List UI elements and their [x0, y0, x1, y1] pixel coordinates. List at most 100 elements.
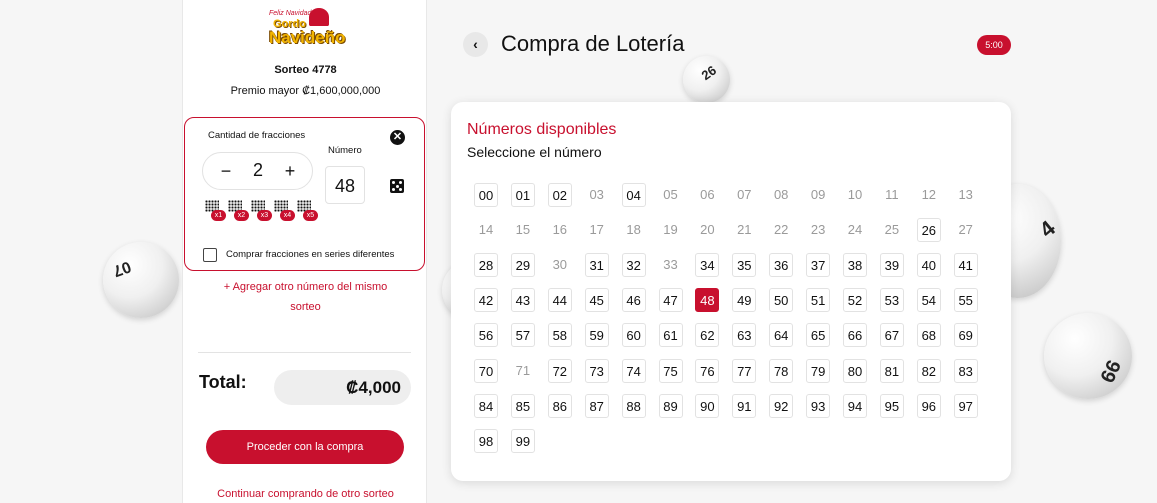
multiplier-x1[interactable]: x1	[205, 200, 226, 222]
dice-random-icon[interactable]	[390, 179, 404, 193]
number-cell[interactable]: 55	[953, 288, 978, 313]
number-cell[interactable]: 04	[621, 183, 646, 207]
number-cell[interactable]: 75	[658, 358, 683, 383]
fraction-quantity-value: 2	[252, 160, 263, 180]
number-cell[interactable]: 81	[879, 358, 904, 383]
number-cell[interactable]: 57	[510, 323, 535, 348]
number-cell[interactable]: 38	[843, 253, 867, 278]
total-amount: ₡4,000	[274, 370, 411, 405]
add-link-line2: sorteo	[290, 301, 321, 313]
number-cell[interactable]: 89	[658, 393, 683, 418]
number-cell[interactable]: 61	[658, 323, 683, 348]
number-cell[interactable]: 76	[695, 358, 720, 383]
number-cell[interactable]: 47	[658, 288, 683, 313]
number-cell[interactable]: 29	[510, 253, 535, 278]
number-cell[interactable]: 65	[806, 323, 831, 348]
multiplier-x3[interactable]: x3	[251, 200, 272, 222]
available-numbers-card: Números disponibles Seleccione el número…	[451, 102, 1011, 481]
number-cell[interactable]: 52	[843, 288, 867, 313]
proceed-purchase-button[interactable]: Proceder con la compra	[206, 430, 404, 464]
number-cell[interactable]: 32	[621, 253, 646, 278]
number-cell[interactable]: 35	[732, 253, 757, 278]
number-cell[interactable]: 54	[916, 288, 941, 313]
number-cell[interactable]: 73	[584, 358, 609, 383]
number-cell-selected[interactable]: 48	[695, 288, 720, 313]
number-cell[interactable]: 58	[547, 323, 572, 348]
number-cell[interactable]: 01	[510, 183, 535, 207]
number-cell[interactable]: 00	[474, 183, 498, 207]
lottery-ball-decoration: 07	[103, 242, 179, 318]
number-cell[interactable]: 43	[510, 288, 535, 313]
number-cell[interactable]: 59	[584, 323, 609, 348]
close-icon[interactable]: ✕	[390, 130, 405, 145]
number-cell[interactable]: 92	[769, 393, 794, 418]
number-cell[interactable]: 39	[879, 253, 904, 278]
multiplier-x2[interactable]: x2	[228, 200, 249, 222]
number-cell[interactable]: 63	[732, 323, 757, 348]
number-cell[interactable]: 50	[769, 288, 794, 313]
number-cell[interactable]: 26	[916, 218, 941, 243]
number-cell[interactable]: 53	[879, 288, 904, 313]
number-cell[interactable]: 97	[953, 393, 978, 418]
number-cell[interactable]: 67	[879, 323, 904, 348]
increment-button[interactable]: +	[281, 162, 299, 180]
add-another-number-link[interactable]: + Agregar otro número del mismo sorteo	[213, 277, 398, 317]
different-series-checkbox[interactable]	[203, 248, 217, 262]
continue-other-draw-link[interactable]: Continuar comprando de otro sorteo	[183, 488, 428, 500]
number-cell[interactable]: 94	[843, 393, 867, 418]
back-chevron-icon[interactable]: ‹	[463, 32, 488, 57]
number-cell[interactable]: 86	[547, 393, 572, 418]
number-cell[interactable]: 83	[953, 358, 978, 383]
number-cell[interactable]: 78	[769, 358, 794, 383]
number-cell[interactable]: 99	[510, 428, 535, 453]
number-cell[interactable]: 93	[806, 393, 831, 418]
number-cell[interactable]: 49	[732, 288, 757, 313]
number-cell[interactable]: 37	[806, 253, 831, 278]
number-cell[interactable]: 31	[584, 253, 609, 278]
number-cell[interactable]: 72	[547, 358, 572, 383]
multiplier-x4[interactable]: x4	[274, 200, 295, 222]
number-cell[interactable]: 96	[916, 393, 941, 418]
number-cell[interactable]: 45	[584, 288, 609, 313]
number-cell[interactable]: 02	[547, 183, 572, 207]
number-cell[interactable]: 87	[584, 393, 609, 418]
number-cell[interactable]: 28	[474, 253, 498, 278]
number-cell[interactable]: 91	[732, 393, 757, 418]
number-cell[interactable]: 95	[879, 393, 904, 418]
selected-number-field[interactable]: 48	[325, 166, 365, 204]
decrement-button[interactable]: −	[217, 162, 235, 180]
number-cell[interactable]: 80	[843, 358, 867, 383]
number-cell[interactable]: 70	[474, 358, 498, 383]
number-cell[interactable]: 88	[621, 393, 646, 418]
number-cell: 71	[515, 362, 531, 378]
number-cell[interactable]: 44	[547, 288, 572, 313]
number-cell[interactable]: 85	[510, 393, 535, 418]
number-cell[interactable]: 46	[621, 288, 646, 313]
number-cell[interactable]: 34	[695, 253, 720, 278]
number-cell[interactable]: 64	[769, 323, 794, 348]
multiplier-tag: x3	[257, 210, 272, 221]
number-cell[interactable]: 41	[953, 253, 978, 278]
fractions-title: Cantidad de fracciones	[208, 130, 306, 141]
number-cell[interactable]: 51	[806, 288, 831, 313]
multiplier-x5[interactable]: x5	[297, 200, 318, 222]
number-cell[interactable]: 56	[474, 323, 498, 348]
number-cell[interactable]: 79	[806, 358, 831, 383]
number-cell[interactable]: 60	[621, 323, 646, 348]
number-cell[interactable]: 74	[621, 358, 646, 383]
number-cell[interactable]: 84	[474, 393, 498, 418]
number-cell[interactable]: 40	[916, 253, 941, 278]
number-cell[interactable]: 90	[695, 393, 720, 418]
number-cell[interactable]: 42	[474, 288, 498, 313]
number-cell[interactable]: 62	[695, 323, 720, 348]
number-cell[interactable]: 69	[953, 323, 978, 348]
number-cell: 03	[589, 187, 604, 202]
number-cell[interactable]: 66	[843, 323, 867, 348]
number-cell[interactable]: 82	[916, 358, 941, 383]
number-cell[interactable]: 68	[916, 323, 941, 348]
number-cell[interactable]: 77	[732, 358, 757, 383]
number-cell: 09	[810, 187, 826, 202]
number-cell[interactable]: 36	[769, 253, 794, 278]
number-cell[interactable]: 98	[474, 428, 498, 453]
lottery-ball-number: 66	[1096, 356, 1126, 386]
